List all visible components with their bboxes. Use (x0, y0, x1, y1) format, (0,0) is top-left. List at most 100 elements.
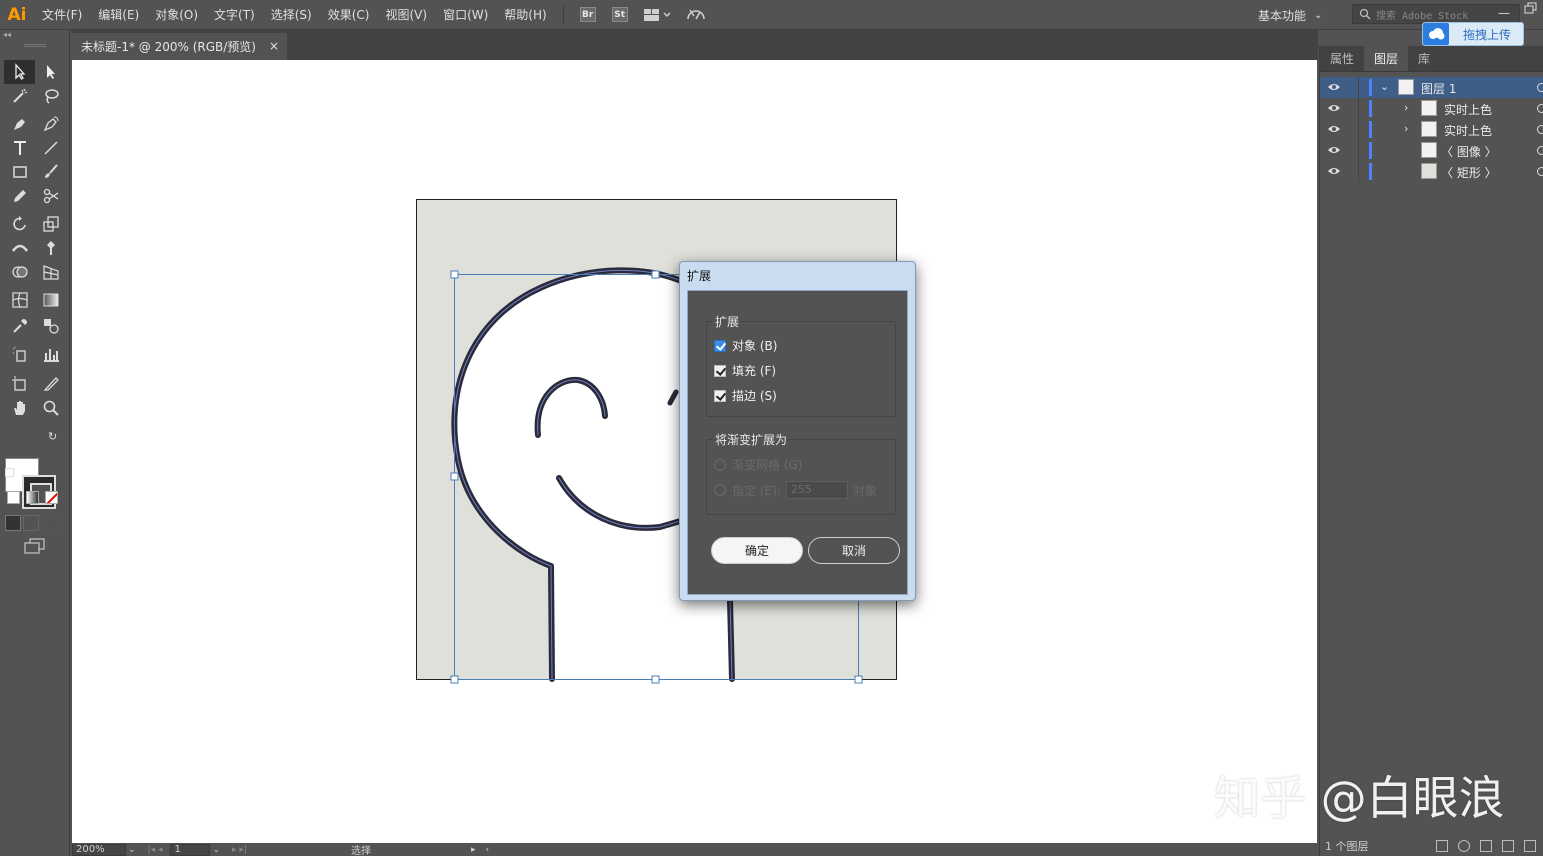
close-icon[interactable]: × (269, 39, 279, 53)
puppet-warp-tool[interactable] (35, 236, 66, 260)
target-circle-icon[interactable] (1537, 104, 1543, 113)
target-circle-icon[interactable] (1537, 125, 1543, 134)
workspace-switcher[interactable]: 基本功能 ⌄ (1258, 0, 1322, 30)
column-graph-tool[interactable] (35, 342, 66, 366)
option-fill[interactable]: 填充 (F) (714, 362, 776, 379)
layer-name[interactable]: 图层 1 (1421, 80, 1456, 97)
menu-view[interactable]: 视图(V) (377, 0, 435, 30)
layer-row[interactable]: › 实时上色 (1320, 98, 1543, 119)
new-layer-icon[interactable] (1524, 840, 1536, 852)
panel-grip[interactable] (24, 44, 46, 47)
upload-button[interactable]: 拖拽上传 (1422, 22, 1524, 46)
menu-object[interactable]: 对象(O) (147, 0, 206, 30)
clipping-mask-icon[interactable] (1480, 840, 1492, 852)
artboard-tool[interactable] (4, 372, 35, 396)
locate-object-icon[interactable] (1458, 840, 1470, 852)
menu-edit[interactable]: 编辑(E) (90, 0, 147, 30)
target-circle-icon[interactable] (1537, 167, 1543, 176)
gradient-mode-button[interactable] (26, 491, 39, 504)
gpu-performance-button[interactable] (685, 5, 707, 25)
menu-file[interactable]: 文件(F) (34, 0, 90, 30)
paintbrush-tool[interactable] (35, 160, 66, 184)
draw-behind-button[interactable] (23, 515, 39, 531)
layer-row[interactable]: ⌄ 图层 1 (1320, 77, 1543, 98)
stock-search-input[interactable]: 搜索 Adobe Stock (1352, 4, 1520, 24)
screen-mode-button[interactable] (24, 538, 46, 557)
visibility-eye-icon[interactable] (1328, 166, 1340, 176)
type-tool[interactable] (4, 136, 35, 160)
object-checkbox[interactable] (714, 339, 726, 352)
none-mode-button[interactable] (45, 491, 58, 504)
restore-button[interactable] (1524, 2, 1540, 18)
rotate-tool[interactable] (4, 212, 35, 236)
scale-tool[interactable] (35, 212, 66, 236)
layer-name[interactable]: 〈 图像 〉 (1441, 143, 1497, 160)
menu-select[interactable]: 选择(S) (263, 0, 320, 30)
menu-window[interactable]: 窗口(W) (435, 0, 496, 30)
next-page-icon[interactable]: ▸ ▸| (232, 845, 247, 855)
tab-libraries[interactable]: 库 (1408, 46, 1440, 71)
perspective-grid-tool[interactable] (35, 260, 66, 284)
menu-type[interactable]: 文字(T) (206, 0, 263, 30)
minimize-button[interactable]: — (1498, 6, 1512, 20)
slice-tool[interactable] (35, 372, 66, 396)
scissors-tool[interactable] (35, 184, 66, 208)
stock-button[interactable]: St (609, 5, 631, 25)
export-icon[interactable] (1436, 840, 1448, 852)
layer-row[interactable]: 〈 图像 〉 (1320, 140, 1543, 161)
gradient-tool[interactable] (35, 288, 66, 312)
cancel-button[interactable]: 取消 (808, 537, 900, 564)
scroll-left-icon[interactable]: ‹ (486, 845, 490, 855)
chevron-down-icon[interactable]: ⌄ (1380, 80, 1389, 93)
target-circle-icon[interactable] (1537, 83, 1543, 92)
color-mode-button[interactable] (7, 491, 20, 504)
selection-tool[interactable] (4, 60, 35, 84)
magic-wand-tool[interactable] (4, 84, 35, 108)
symbol-sprayer-tool[interactable] (4, 342, 35, 366)
play-icon[interactable]: ▸ (471, 845, 476, 855)
rectangle-tool[interactable] (4, 160, 35, 184)
zoom-level-field[interactable]: 200% (72, 843, 126, 856)
lasso-tool[interactable] (35, 84, 66, 108)
visibility-eye-icon[interactable] (1328, 145, 1340, 155)
page-number-field[interactable]: 1 (170, 843, 211, 856)
target-circle-icon[interactable] (1537, 146, 1543, 155)
pen-tool[interactable] (4, 112, 35, 136)
chevron-right-icon[interactable]: › (1404, 122, 1408, 135)
fill-checkbox[interactable] (714, 364, 726, 377)
draw-normal-button[interactable] (5, 515, 21, 531)
line-segment-tool[interactable] (35, 136, 66, 160)
option-object[interactable]: 对象 (B) (714, 337, 777, 354)
collapse-panel-icon[interactable]: ◂◂ (0, 30, 69, 40)
visibility-eye-icon[interactable] (1328, 82, 1340, 92)
mesh-tool[interactable] (4, 288, 35, 312)
zoom-tool[interactable] (35, 396, 66, 420)
visibility-eye-icon[interactable] (1328, 103, 1340, 113)
stroke-checkbox[interactable] (714, 389, 726, 402)
document-tab[interactable]: 未标题-1* @ 200% (RGB/预览) × (71, 33, 287, 60)
chevron-right-icon[interactable]: › (1404, 101, 1408, 114)
layer-row[interactable]: › 实时上色 (1320, 119, 1543, 140)
swap-fill-stroke-icon[interactable]: ↻ (48, 430, 57, 443)
visibility-eye-icon[interactable] (1328, 124, 1340, 134)
ok-button[interactable]: 确定 (711, 537, 803, 564)
shaper-tool[interactable] (4, 184, 35, 208)
eyedropper-tool[interactable] (4, 314, 35, 338)
hand-tool[interactable] (4, 396, 35, 420)
tab-layers[interactable]: 图层 (1364, 46, 1409, 71)
option-stroke[interactable]: 描边 (S) (714, 387, 777, 404)
layer-name[interactable]: 实时上色 (1444, 101, 1492, 118)
arrange-documents-button[interactable] (641, 5, 675, 25)
menu-help[interactable]: 帮助(H) (496, 0, 554, 30)
width-tool[interactable] (4, 236, 35, 260)
bridge-button[interactable]: Br (577, 5, 599, 25)
layer-name[interactable]: 实时上色 (1444, 122, 1492, 139)
chevron-down-icon[interactable]: ⌄ (128, 845, 136, 855)
draw-inside-button[interactable] (41, 515, 57, 531)
layer-name[interactable]: 〈 矩形 〉 (1441, 164, 1497, 181)
chevron-down-icon[interactable]: ⌄ (212, 845, 220, 855)
first-page-icon[interactable]: |◂ ◂ (148, 845, 163, 855)
menu-effect[interactable]: 效果(C) (320, 0, 378, 30)
curvature-tool[interactable] (35, 112, 66, 136)
layer-row[interactable]: 〈 矩形 〉 (1320, 161, 1543, 182)
